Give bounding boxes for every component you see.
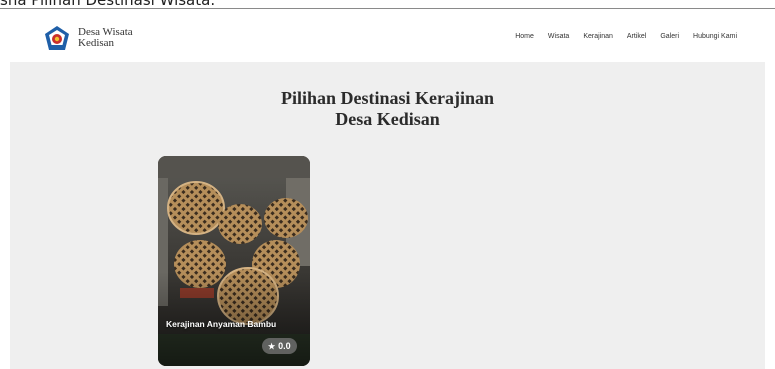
bamboo-basket-photo	[158, 156, 310, 366]
page-title-line-1: Pilihan Destinasi Kerajinan	[280, 88, 495, 108]
caption-text: sna Pilihan Destinasi Wisata.	[0, 0, 216, 9]
brand-line-2: Kedisan	[78, 37, 115, 49]
brand-name: Desa Wisata Kedisan	[78, 27, 158, 49]
nav-artikel[interactable]: Artikel	[627, 33, 646, 40]
nav-hubungi-kami[interactable]: Hubungi Kami	[693, 33, 737, 40]
village-emblem-icon	[45, 26, 69, 50]
brand[interactable]: Desa Wisata Kedisan	[44, 25, 158, 51]
nav-home[interactable]: Home	[515, 33, 534, 40]
rating-value: 0.0	[278, 341, 291, 351]
page-title-line-2: Desa Kedisan	[335, 109, 440, 129]
navbar: Desa Wisata Kedisan Home Wisata Kerajina…	[10, 9, 765, 62]
nav-wisata[interactable]: Wisata	[548, 33, 569, 40]
destination-card[interactable]: Kerajinan Anyaman Bambu ★ 0.0	[158, 156, 310, 366]
rating-badge: ★ 0.0	[262, 338, 297, 354]
nav-kerajinan[interactable]: Kerajinan	[583, 33, 613, 40]
star-icon: ★	[268, 341, 276, 351]
card-title: Kerajinan Anyaman Bambu	[166, 319, 277, 329]
main-nav: Home Wisata Kerajinan Artikel Galeri Hub…	[515, 33, 737, 40]
nav-galeri[interactable]: Galeri	[660, 33, 679, 40]
caption-strip: sna Pilihan Destinasi Wisata.	[0, 0, 775, 9]
main-content: Pilihan Destinasi Kerajinan Desa Kedisan	[10, 62, 765, 369]
